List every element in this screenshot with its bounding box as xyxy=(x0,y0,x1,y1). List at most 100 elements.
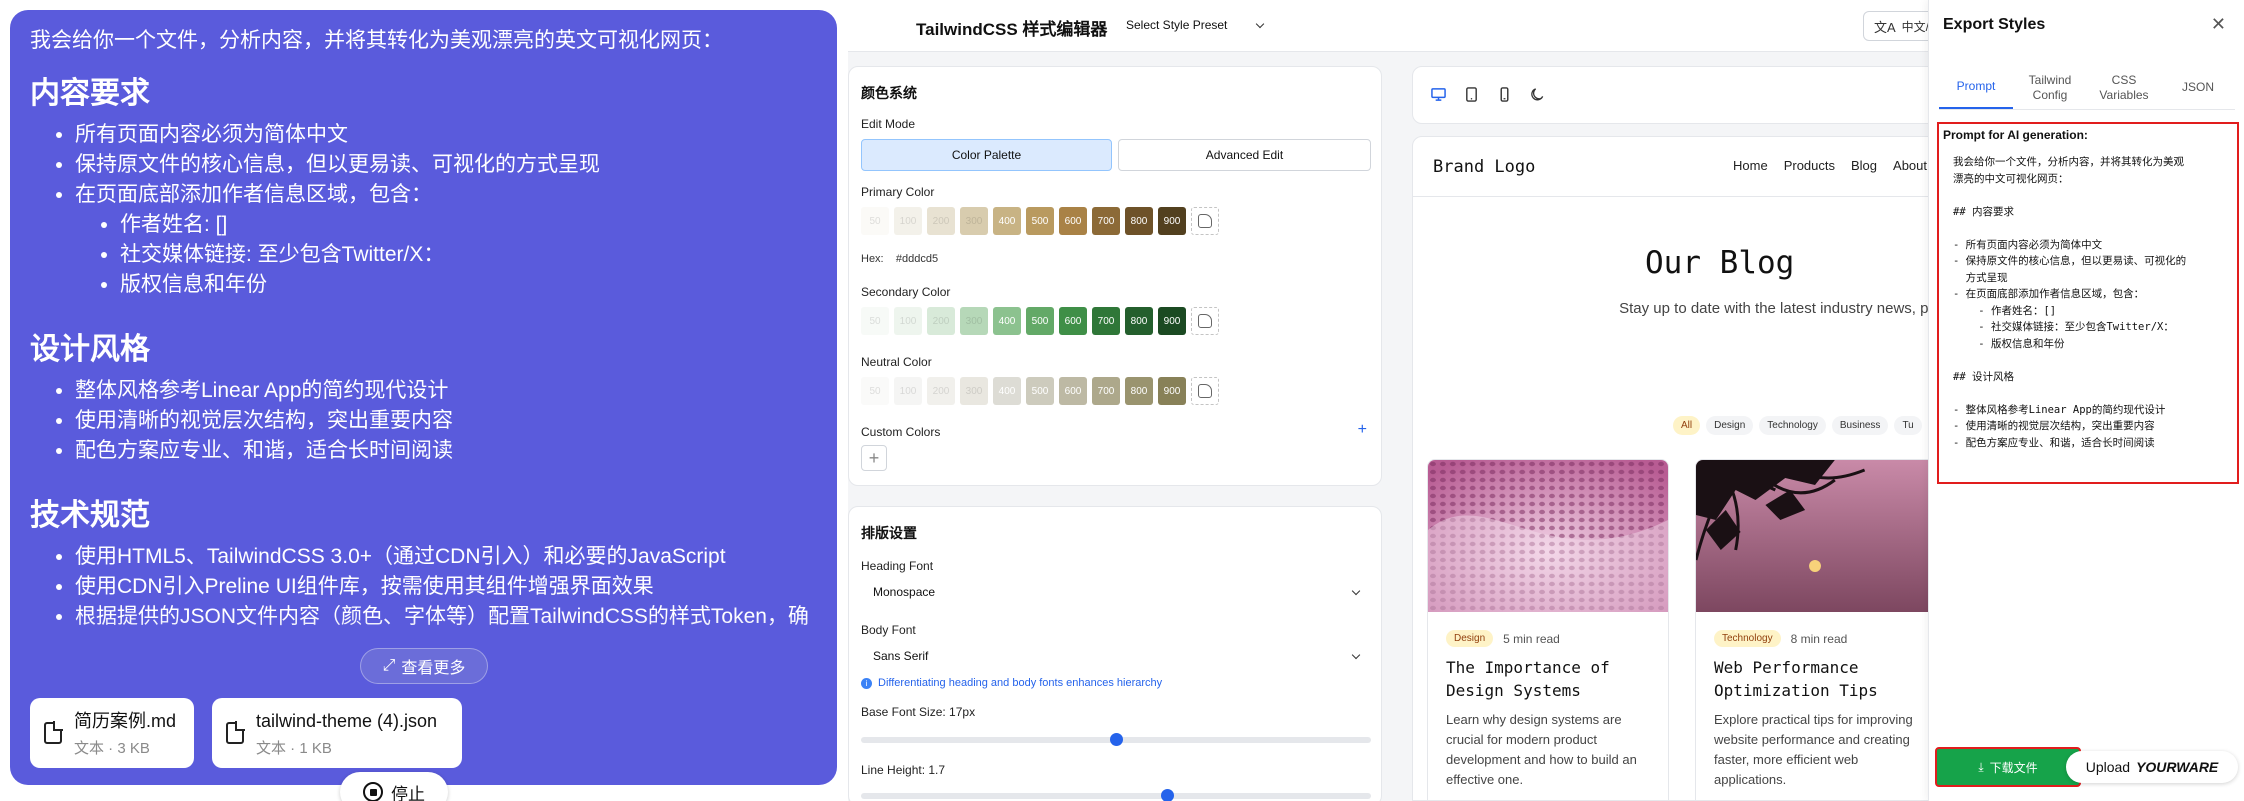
slider-thumb[interactable] xyxy=(1110,733,1123,746)
color-swatch[interactable]: 300 xyxy=(960,207,988,235)
color-swatch[interactable]: 900 xyxy=(1158,377,1186,405)
post-category-badge: Technology xyxy=(1714,630,1781,647)
brand-logo[interactable]: Brand Logo xyxy=(1433,157,1535,177)
close-icon[interactable]: ✕ xyxy=(2211,14,2226,35)
post-category-badge: Design xyxy=(1446,630,1494,647)
color-palette-tab[interactable]: Color Palette xyxy=(861,139,1112,171)
post-image xyxy=(1428,460,1668,612)
attachment-name: 简历案例.md xyxy=(74,710,177,731)
tag-design[interactable]: Design xyxy=(1706,416,1754,435)
add-color-button[interactable]: + xyxy=(861,445,887,471)
color-swatch[interactable]: 100 xyxy=(894,377,922,405)
post-title[interactable]: Web Performance Optimization Tips xyxy=(1714,656,1922,702)
color-swatch[interactable]: 50 xyxy=(861,307,889,335)
color-swatch[interactable]: 400 xyxy=(993,207,1021,235)
prompt-text[interactable]: 我会给你一个文件，分析内容，并将其转化为美观 漂亮的中文可视化网页： ## 内容… xyxy=(1943,154,2233,451)
tab-css-variables[interactable]: CSS Variables xyxy=(2087,66,2161,109)
color-swatch[interactable]: 400 xyxy=(993,377,1021,405)
body-font-label: Body Font xyxy=(861,623,916,637)
info-icon: i xyxy=(861,677,872,689)
color-swatch[interactable]: 200 xyxy=(927,307,955,335)
color-swatch[interactable]: 100 xyxy=(894,207,922,235)
export-tabs: Prompt Tailwind Config CSS Variables JSO… xyxy=(1939,66,2235,110)
slider-thumb[interactable] xyxy=(1161,789,1174,801)
translate-icon: 文A xyxy=(1874,19,1896,35)
color-swatch[interactable]: 600 xyxy=(1059,207,1087,235)
list-item: 版权信息和年份 xyxy=(120,270,817,300)
moon-icon[interactable] xyxy=(1530,87,1545,102)
upload-yourware-button[interactable]: Upload YOURWARE xyxy=(2066,751,2238,783)
attachment-meta: 文本 · 3 KB xyxy=(74,739,150,757)
heading-font-select[interactable]: Monospace xyxy=(861,577,1371,607)
primary-color-label: Primary Color xyxy=(861,185,935,199)
prompt-output[interactable]: Prompt for AI generation: 我会给你一个文件，分析内容，… xyxy=(1937,122,2239,484)
list-item: 配色方案应专业、和谐，适合长时间阅读 xyxy=(75,436,817,466)
nav-link-blog[interactable]: Blog xyxy=(1851,158,1877,173)
bullet-list: 所有页面内容必须为简体中文 保持原文件的核心信息，但以更易读、可视化的方式呈现 … xyxy=(30,120,817,300)
color-swatch[interactable]: 800 xyxy=(1125,377,1153,405)
list-item: 所有页面内容必须为简体中文 xyxy=(75,120,817,150)
color-swatch[interactable]: 300 xyxy=(960,307,988,335)
color-swatch[interactable]: 600 xyxy=(1059,307,1087,335)
chat-panel: 我会给你一个文件，分析内容，并将其转化为美观漂亮的英文可视化网页： 内容要求 所… xyxy=(0,0,848,801)
color-swatch[interactable]: 50 xyxy=(861,207,889,235)
tab-tailwind-config[interactable]: Tailwind Config xyxy=(2013,66,2087,109)
chat-message-content: 我会给你一个文件，分析内容，并将其转化为美观漂亮的英文可视化网页： 内容要求 所… xyxy=(30,20,817,690)
tab-prompt[interactable]: Prompt xyxy=(1939,66,2013,109)
tab-json[interactable]: JSON xyxy=(2161,66,2235,109)
tag-all[interactable]: All xyxy=(1673,416,1701,435)
attachment-card[interactable]: 简历案例.md 文本 · 3 KB xyxy=(30,698,194,768)
nav-link-home[interactable]: Home xyxy=(1733,158,1768,173)
color-swatch[interactable]: 200 xyxy=(927,207,955,235)
color-picker-icon[interactable] xyxy=(1191,207,1219,235)
preview-nav-links: Home Products Blog About xyxy=(1733,158,1927,173)
color-swatch[interactable]: 300 xyxy=(960,377,988,405)
stop-button[interactable]: 停止 xyxy=(340,772,448,801)
advanced-edit-tab[interactable]: Advanced Edit xyxy=(1118,139,1371,171)
color-swatch[interactable]: 700 xyxy=(1092,307,1120,335)
base-font-size-slider[interactable] xyxy=(861,733,1371,746)
add-custom-color-icon[interactable]: + xyxy=(1358,421,1367,439)
tag-tutorial[interactable]: Tu xyxy=(1894,416,1922,435)
custom-colors-label: Custom Colors xyxy=(861,425,941,439)
color-swatch[interactable]: 900 xyxy=(1158,307,1186,335)
yourware-logo: YOURWARE xyxy=(2136,759,2219,775)
color-swatch[interactable]: 200 xyxy=(927,377,955,405)
post-title[interactable]: The Importance of Design Systems xyxy=(1446,656,1654,702)
color-swatch[interactable]: 50 xyxy=(861,377,889,405)
post-description: Learn why design systems are crucial for… xyxy=(1446,712,1637,787)
expand-icon: ⤢ xyxy=(382,657,396,674)
blog-post-card[interactable]: Technology 8 min read Web Performance Op… xyxy=(1695,459,1937,800)
desktop-icon[interactable] xyxy=(1431,87,1446,102)
color-picker-icon[interactable] xyxy=(1191,307,1219,335)
nav-link-products[interactable]: Products xyxy=(1784,158,1835,173)
tag-business[interactable]: Business xyxy=(1831,416,1889,435)
color-swatch[interactable]: 800 xyxy=(1125,307,1153,335)
color-swatch[interactable]: 900 xyxy=(1158,207,1186,235)
color-swatch[interactable]: 700 xyxy=(1092,377,1120,405)
mobile-icon[interactable] xyxy=(1497,87,1512,102)
body-font-select[interactable]: Sans Serif xyxy=(861,641,1371,671)
color-picker-icon[interactable] xyxy=(1191,377,1219,405)
color-swatch[interactable]: 500 xyxy=(1026,307,1054,335)
color-swatch[interactable]: 400 xyxy=(993,307,1021,335)
attachment-meta: 文本 · 1 KB xyxy=(256,739,332,757)
list-item: 使用HTML5、TailwindCSS 3.0+（通过CDN引入）和必要的Jav… xyxy=(75,542,817,572)
section-content-requirements: 内容要求 所有页面内容必须为简体中文 保持原文件的核心信息，但以更易读、可视化的… xyxy=(30,74,817,300)
line-height-slider[interactable] xyxy=(861,789,1371,801)
color-swatch[interactable]: 500 xyxy=(1026,377,1054,405)
attachment-card[interactable]: tailwind-theme (4).json 文本 · 1 KB xyxy=(212,698,462,768)
tablet-icon[interactable] xyxy=(1464,87,1479,102)
color-swatch[interactable]: 600 xyxy=(1059,377,1087,405)
tag-technology[interactable]: Technology xyxy=(1759,416,1826,435)
color-swatch[interactable]: 700 xyxy=(1092,207,1120,235)
nav-link-about[interactable]: About xyxy=(1893,158,1927,173)
color-swatch[interactable]: 800 xyxy=(1125,207,1153,235)
color-swatch[interactable]: 100 xyxy=(894,307,922,335)
typography-card: 排版设置 Heading Font Monospace Body Font Sa… xyxy=(848,506,1382,801)
blog-post-card[interactable]: Design 5 min read The Importance of Desi… xyxy=(1427,459,1669,800)
download-file-button[interactable]: ⤓ 下载文件 xyxy=(1935,747,2081,787)
see-more-button[interactable]: ⤢ 查看更多 xyxy=(360,648,488,684)
color-swatch[interactable]: 500 xyxy=(1026,207,1054,235)
style-preset-select[interactable]: Select Style Preset xyxy=(1126,18,1265,32)
